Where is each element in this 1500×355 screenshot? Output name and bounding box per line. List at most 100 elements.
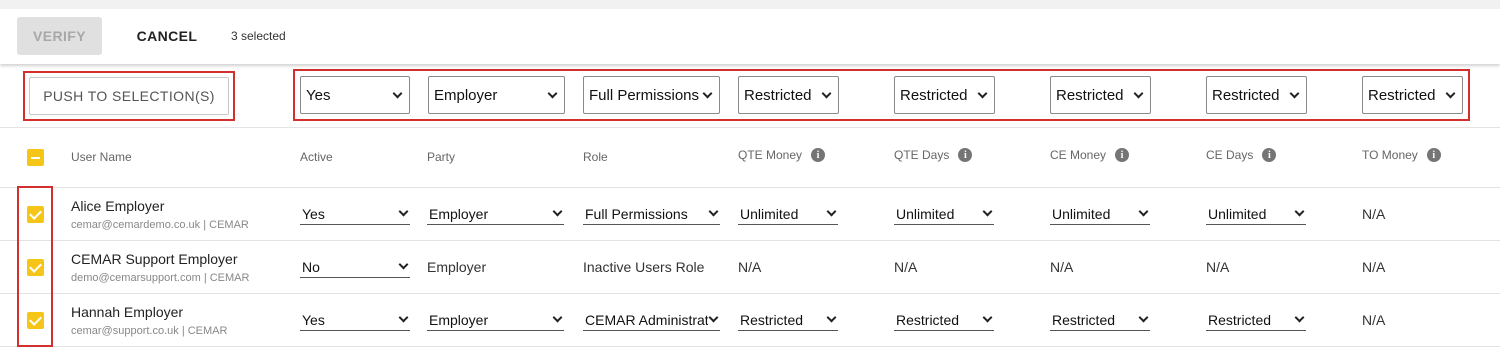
- role-select[interactable]: Full Permissions: [583, 203, 720, 225]
- select-value: No: [302, 258, 320, 275]
- push-to-selection-button[interactable]: PUSH TO SELECTION(S): [29, 77, 229, 115]
- push-ce-days-select[interactable]: Restricted: [1206, 76, 1307, 114]
- chevron-down-icon: [1294, 312, 1305, 323]
- col-header-label: Party: [427, 150, 456, 164]
- chevron-down-icon: [398, 206, 409, 217]
- select-value: Restricted: [740, 311, 804, 328]
- chevron-down-icon: [982, 206, 993, 217]
- col-header-role[interactable]: Role: [583, 150, 608, 164]
- select-value: CEMAR Administrator: [585, 311, 708, 328]
- verify-button[interactable]: VERIFY: [17, 17, 102, 55]
- select-value: Full Permissions: [585, 205, 688, 222]
- active-select[interactable]: Yes: [300, 309, 410, 331]
- col-header-ce-days[interactable]: CE Days i: [1206, 148, 1277, 162]
- user-email: cemar@cemardemo.co.uk | CEMAR: [71, 219, 249, 231]
- party-value: Employer: [427, 259, 487, 275]
- col-header-label: TO Money: [1362, 148, 1418, 162]
- select-value: Restricted: [896, 311, 960, 328]
- select-value: Employer: [429, 311, 489, 328]
- push-role-value: Full Permissions: [589, 86, 700, 104]
- select-value: Restricted: [1208, 311, 1272, 328]
- chevron-down-icon: [552, 312, 563, 323]
- chevron-down-icon: [826, 312, 837, 323]
- chevron-down-icon: [1138, 312, 1149, 323]
- chevron-down-icon: [1289, 88, 1300, 98]
- push-to-money-select[interactable]: Restricted: [1362, 76, 1463, 114]
- selected-count: 3 selected: [231, 29, 286, 43]
- push-qte-money-select[interactable]: Restricted: [738, 76, 839, 114]
- col-header-active[interactable]: Active: [300, 150, 333, 164]
- chevron-down-icon: [702, 88, 713, 98]
- qte-money-select[interactable]: Restricted: [738, 309, 838, 331]
- ce-money-select[interactable]: Unlimited: [1050, 203, 1150, 225]
- cancel-button[interactable]: CANCEL: [127, 17, 207, 55]
- ce-days-select[interactable]: Unlimited: [1206, 203, 1306, 225]
- party-select[interactable]: Employer: [427, 203, 564, 225]
- chevron-down-icon: [1133, 88, 1144, 98]
- col-header-label: QTE Days: [894, 148, 950, 162]
- user-name: Hannah Employer: [71, 304, 184, 320]
- select-value: Unlimited: [740, 205, 799, 222]
- col-header-ce-money[interactable]: CE Money i: [1050, 148, 1130, 162]
- select-value: Unlimited: [896, 205, 955, 222]
- col-header-qte-money[interactable]: QTE Money i: [738, 148, 826, 162]
- chevron-down-icon: [552, 206, 563, 217]
- chevron-down-icon: [392, 88, 403, 98]
- chevron-down-icon: [708, 206, 719, 217]
- user-name: CEMAR Support Employer: [71, 251, 238, 267]
- divider: [0, 127, 1500, 128]
- qte-money-select[interactable]: Unlimited: [738, 203, 838, 225]
- active-select[interactable]: No: [300, 256, 410, 278]
- qte-days-select[interactable]: Restricted: [894, 309, 994, 331]
- party-select[interactable]: Employer: [427, 309, 564, 331]
- col-header-qte-days[interactable]: QTE Days i: [894, 148, 973, 162]
- col-header-user-name[interactable]: User Name: [71, 150, 132, 164]
- chevron-down-icon: [1294, 206, 1305, 217]
- ce-days-value: N/A: [1206, 259, 1230, 275]
- checkbox-highlight: [17, 186, 53, 347]
- to-money-value: N/A: [1362, 312, 1386, 328]
- to-money-value: N/A: [1362, 259, 1386, 275]
- chevron-down-icon: [1138, 206, 1149, 217]
- user-email: cemar@support.co.uk | CEMAR: [71, 325, 228, 337]
- ce-money-select[interactable]: Restricted: [1050, 309, 1150, 331]
- role-value: Inactive Users Role: [583, 259, 705, 275]
- push-ce-money-select[interactable]: Restricted: [1050, 76, 1151, 114]
- push-ce-days-value: Restricted: [1212, 86, 1280, 104]
- push-qte-money-value: Restricted: [744, 86, 812, 104]
- chevron-down-icon: [708, 312, 719, 323]
- qte-days-select[interactable]: Unlimited: [894, 203, 994, 225]
- info-icon[interactable]: i: [811, 148, 826, 162]
- active-select[interactable]: Yes: [300, 203, 410, 225]
- to-money-value: N/A: [1362, 206, 1386, 222]
- select-value: Yes: [302, 205, 325, 222]
- push-active-value: Yes: [306, 86, 331, 104]
- select-value: Employer: [429, 205, 489, 222]
- col-header-label: User Name: [71, 150, 132, 164]
- info-icon[interactable]: i: [1426, 148, 1441, 162]
- select-value: Unlimited: [1052, 205, 1111, 222]
- qte-days-value: N/A: [894, 259, 918, 275]
- ce-money-value: N/A: [1050, 259, 1074, 275]
- push-ce-money-value: Restricted: [1056, 86, 1124, 104]
- col-header-party[interactable]: Party: [427, 150, 455, 164]
- info-icon[interactable]: i: [958, 148, 973, 162]
- select-all-checkbox[interactable]: [27, 149, 44, 166]
- push-active-select[interactable]: Yes: [300, 76, 410, 114]
- role-select[interactable]: CEMAR Administrator: [583, 309, 720, 331]
- chevron-down-icon: [398, 312, 409, 323]
- col-header-to-money[interactable]: TO Money i: [1362, 148, 1441, 162]
- chevron-down-icon: [821, 88, 832, 98]
- info-icon[interactable]: i: [1115, 148, 1130, 162]
- chevron-down-icon: [826, 206, 837, 217]
- push-qte-days-select[interactable]: Restricted: [894, 76, 995, 114]
- action-toolbar: VERIFY CANCEL 3 selected: [0, 0, 1500, 64]
- chevron-down-icon: [1445, 88, 1456, 98]
- push-party-select[interactable]: Employer: [428, 76, 565, 114]
- push-party-value: Employer: [434, 86, 498, 104]
- col-header-label: QTE Money: [738, 148, 803, 162]
- ce-days-select[interactable]: Restricted: [1206, 309, 1306, 331]
- select-value: Unlimited: [1208, 205, 1267, 222]
- info-icon[interactable]: i: [1262, 148, 1277, 162]
- push-role-select[interactable]: Full Permissions: [583, 76, 720, 114]
